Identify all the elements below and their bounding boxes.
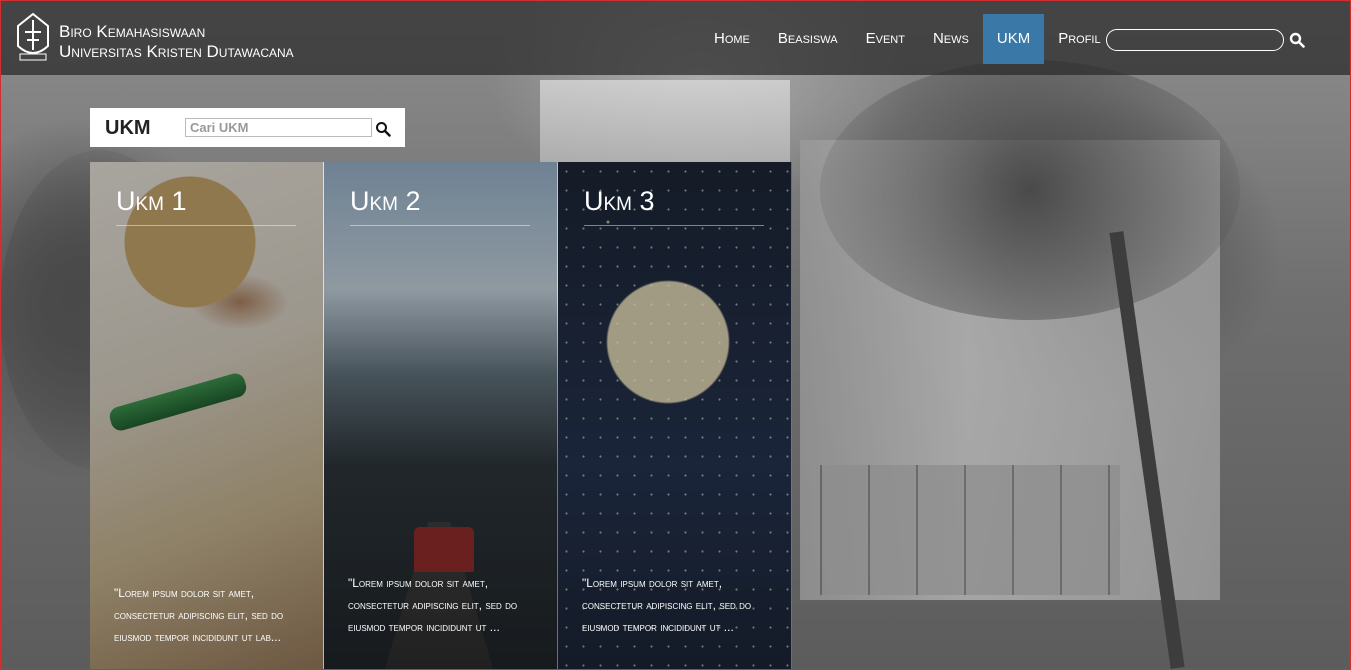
ukm-card[interactable]: Ukm 3 "Lorem ipsum dolor sit amet, conse… bbox=[558, 162, 792, 670]
ukm-card[interactable]: Ukm 2 "Lorem ipsum dolor sit amet, conse… bbox=[324, 162, 558, 670]
brand-line-1: Biro Kemahasiswaan bbox=[59, 22, 206, 41]
nav-ukm[interactable]: UKM bbox=[982, 14, 1045, 64]
background-windows bbox=[820, 465, 1120, 595]
university-crest-icon[interactable] bbox=[14, 12, 52, 62]
card-title: Ukm 3 bbox=[584, 186, 764, 226]
main-nav: Home Beasiswa Event News UKM Profil bbox=[700, 14, 1115, 64]
nav-event[interactable]: Event bbox=[852, 14, 919, 64]
ukm-search-bar: UKM bbox=[90, 108, 405, 147]
card-title: Ukm 1 bbox=[116, 186, 296, 226]
brand-line-2: Universitas Kristen Dutawacana bbox=[59, 42, 294, 61]
search-icon[interactable] bbox=[1289, 32, 1305, 48]
top-navbar: Biro Kemahasiswaan Universitas Kristen D… bbox=[0, 0, 1351, 75]
site-search-input[interactable] bbox=[1106, 29, 1284, 51]
card-excerpt: "Lorem ipsum dolor sit amet, consectetur… bbox=[348, 576, 518, 634]
ukm-card[interactable]: Ukm 1 "Lorem ipsum dolor sit amet, conse… bbox=[90, 162, 324, 670]
nav-beasiswa[interactable]: Beasiswa bbox=[764, 14, 852, 64]
nav-profil[interactable]: Profil bbox=[1044, 14, 1114, 64]
nav-home[interactable]: Home bbox=[700, 14, 764, 64]
search-icon[interactable] bbox=[375, 121, 391, 137]
ukm-card-list: Ukm 1 "Lorem ipsum dolor sit amet, conse… bbox=[90, 162, 792, 670]
ukm-search-input[interactable] bbox=[185, 118, 372, 137]
background-tree bbox=[820, 60, 1240, 320]
nav-news[interactable]: News bbox=[919, 14, 983, 64]
background-building-top bbox=[540, 80, 790, 170]
card-excerpt: "Lorem ipsum dolor sit amet, consectetur… bbox=[582, 576, 752, 634]
brand-title[interactable]: Biro Kemahasiswaan Universitas Kristen D… bbox=[59, 22, 294, 62]
card-excerpt: "Lorem ipsum dolor sit amet, consectetur… bbox=[114, 586, 284, 644]
ukm-heading: UKM bbox=[105, 117, 151, 139]
card-title: Ukm 2 bbox=[350, 186, 530, 226]
